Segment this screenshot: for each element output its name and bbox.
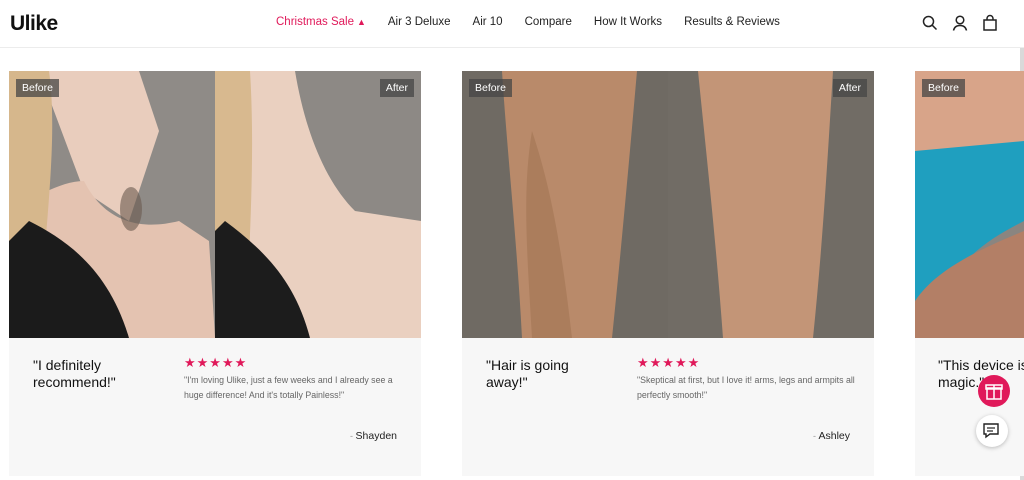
nav-christmas-sale[interactable]: Christmas Sale ▲ <box>276 16 366 28</box>
review-author: Ashley <box>813 430 850 442</box>
chat-icon <box>983 423 999 439</box>
chat-button[interactable] <box>976 415 1008 447</box>
search-icon[interactable] <box>922 14 938 32</box>
nav-how-it-works[interactable]: How It Works <box>594 16 662 28</box>
nav-air-3-deluxe[interactable]: Air 3 Deluxe <box>388 16 451 28</box>
review-text: "I'm loving Ulike, just a few weeks and … <box>184 375 393 400</box>
after-photo: After <box>215 71 421 338</box>
gift-button[interactable] <box>978 375 1010 407</box>
site-header: Ulike Christmas Sale ▲ Air 3 Deluxe Air 1… <box>0 0 1024 48</box>
before-photo: Before <box>915 71 1024 338</box>
star-rating: ★★★★★ <box>637 355 701 370</box>
review-headline: "I definitely recommend!" <box>33 357 116 390</box>
before-photo: Before <box>9 71 215 338</box>
brand-logo[interactable]: Ulike <box>10 12 58 36</box>
before-label: Before <box>16 79 59 97</box>
before-after-photos: Before After <box>462 71 874 338</box>
after-label: After <box>832 79 867 97</box>
main-nav: Christmas Sale ▲ Air 3 Deluxe Air 10 Comp… <box>276 16 802 28</box>
star-rating: ★★★★★ <box>184 355 248 370</box>
review-headline: "Hair is going away!" <box>486 357 569 390</box>
before-after-photos: Before <box>915 71 1024 338</box>
nav-results-reviews[interactable]: Results & Reviews <box>684 16 780 28</box>
review-author: Shayden <box>350 430 397 442</box>
header-actions <box>922 14 998 32</box>
before-after-photos: Before After <box>9 71 421 338</box>
after-label: After <box>379 79 414 97</box>
nav-label: Christmas Sale <box>276 16 354 28</box>
before-label: Before <box>922 79 965 97</box>
before-photo: Before <box>462 71 668 338</box>
nav-air-10[interactable]: Air 10 <box>473 16 503 28</box>
after-photo: After <box>668 71 874 338</box>
nav-compare[interactable]: Compare <box>525 16 572 28</box>
gift-icon <box>985 384 1003 400</box>
account-icon[interactable] <box>952 14 968 32</box>
bell-icon: ▲ <box>356 17 366 27</box>
review-text: "Skeptical at first, but I love it! arms… <box>637 375 855 400</box>
before-label: Before <box>469 79 512 97</box>
cart-icon[interactable] <box>982 14 998 32</box>
review-card[interactable]: Before After "I definitely recommend!" ★… <box>9 71 421 476</box>
review-card[interactable]: Before After "Hair is going away!" ★★★★★… <box>462 71 874 476</box>
